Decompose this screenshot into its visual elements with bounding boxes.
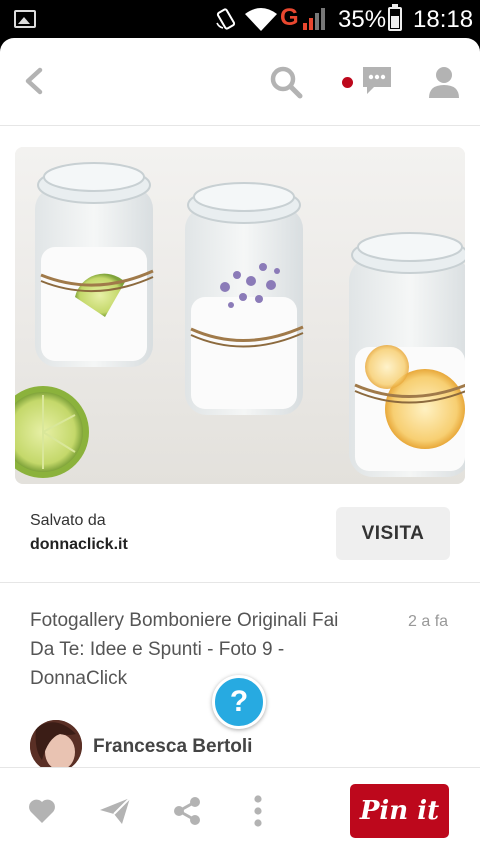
heart-icon[interactable] — [28, 798, 56, 824]
clock: 18:18 — [413, 6, 474, 33]
wifi-icon — [245, 8, 277, 31]
battery-percent: 35% — [338, 6, 387, 33]
profile-icon[interactable] — [426, 64, 462, 100]
author-name[interactable]: Francesca Bertoli — [93, 736, 252, 758]
chat-icon[interactable] — [360, 64, 394, 98]
pin-description: Fotogallery Bomboniere Originali Fai Da … — [30, 610, 339, 689]
pin-image[interactable] — [15, 147, 465, 484]
back-arrow-icon[interactable] — [18, 64, 50, 98]
send-icon[interactable] — [98, 796, 132, 826]
signal-icon — [303, 8, 325, 30]
jars-photo — [15, 147, 465, 484]
status-bar: G 35% 18:18 — [0, 0, 480, 38]
battery-icon — [388, 4, 402, 31]
search-icon[interactable] — [268, 64, 304, 100]
network-type: G — [280, 4, 299, 31]
bottom-action-bar: Pin it — [0, 767, 480, 854]
pin-card: Salvato da donnaclick.it VISITA Fotogall… — [0, 38, 480, 854]
help-button[interactable]: ? — [212, 675, 266, 729]
saved-from: Salvato da donnaclick.it — [30, 512, 128, 554]
pin-age: 2 a fa — [408, 613, 449, 630]
divider — [0, 582, 480, 583]
share-icon[interactable] — [172, 796, 202, 826]
rotation-icon — [216, 8, 236, 30]
avatar-photo — [30, 720, 82, 772]
saved-from-label: Salvato da — [30, 512, 106, 529]
visit-button[interactable]: VISITA — [336, 507, 450, 560]
image-icon — [14, 10, 36, 28]
notification-dot-icon — [342, 77, 353, 88]
top-bar — [0, 38, 480, 126]
source-site-link[interactable]: donnaclick.it — [30, 536, 128, 554]
avatar[interactable] — [30, 720, 82, 772]
pin-it-button[interactable]: Pin it — [350, 784, 449, 838]
more-icon[interactable] — [250, 794, 266, 828]
